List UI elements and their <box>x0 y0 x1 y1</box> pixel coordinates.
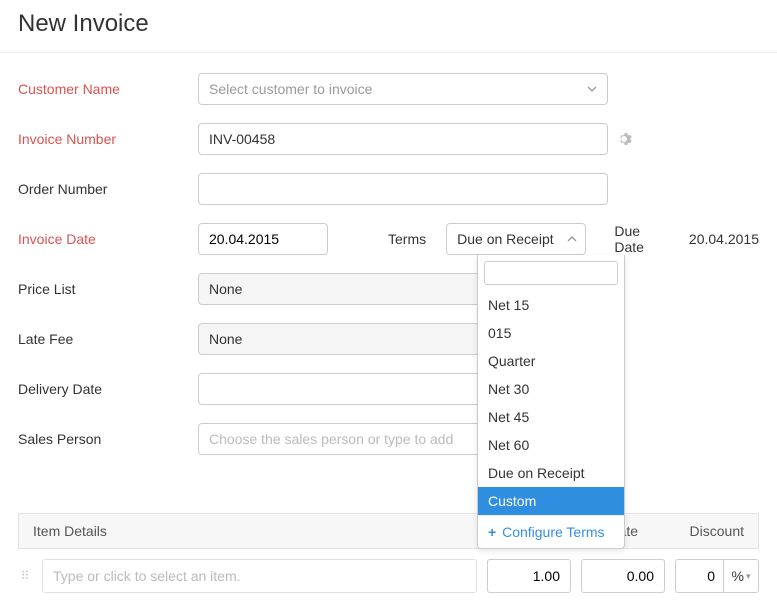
order-number-label: Order Number <box>18 181 198 197</box>
terms-option[interactable]: Net 60 <box>478 431 624 459</box>
terms-option[interactable]: 015 <box>478 319 624 347</box>
page-title: New Invoice <box>0 0 777 53</box>
late-fee-label: Late Fee <box>18 331 198 347</box>
customer-select-placeholder: Select customer to invoice <box>209 81 372 97</box>
terms-search-input[interactable] <box>484 261 618 285</box>
chevron-up-icon <box>567 236 577 242</box>
table-row: ⠿ % ▾ <box>18 549 759 607</box>
terms-dropdown: Net 15015QuarterNet 30Net 45Net 60Due on… <box>477 255 625 549</box>
terms-option[interactable]: Custom <box>478 487 624 515</box>
chevron-down-icon: ▾ <box>746 571 751 582</box>
customer-select[interactable]: Select customer to invoice <box>198 73 608 105</box>
terms-option[interactable]: Quarter <box>478 347 624 375</box>
terms-option[interactable]: Due on Receipt <box>478 459 624 487</box>
column-header-discount: Discount <box>652 523 758 539</box>
terms-option[interactable]: Net 15 <box>478 291 624 319</box>
terms-label: Terms <box>388 231 426 247</box>
column-header-item: Item Details <box>19 523 532 539</box>
chevron-down-icon <box>587 86 597 92</box>
gear-icon[interactable] <box>616 131 632 147</box>
terms-selected-value: Due on Receipt <box>457 231 554 247</box>
due-date-value: 20.04.2015 <box>689 231 759 247</box>
terms-option[interactable]: Net 30 <box>478 375 624 403</box>
plus-icon: + <box>488 524 496 540</box>
price-list-label: Price List <box>18 281 198 297</box>
invoice-date-label: Invoice Date <box>18 231 198 247</box>
terms-select[interactable]: Due on Receipt <box>446 223 586 255</box>
quantity-input[interactable] <box>487 559 571 593</box>
terms-option[interactable]: Net 45 <box>478 403 624 431</box>
late-fee-value: None <box>209 331 242 347</box>
sales-person-label: Sales Person <box>18 431 198 447</box>
delivery-date-label: Delivery Date <box>18 381 198 397</box>
invoice-form: Customer Name Select customer to invoice… <box>0 53 777 455</box>
configure-terms-link[interactable]: + Configure Terms <box>478 515 624 548</box>
drag-handle-icon[interactable]: ⠿ <box>18 571 32 581</box>
invoice-number-input[interactable] <box>198 123 608 155</box>
item-input[interactable] <box>42 559 477 593</box>
invoice-date-input[interactable] <box>198 223 328 255</box>
configure-terms-label: Configure Terms <box>502 524 604 540</box>
discount-unit-select[interactable]: % ▾ <box>723 559 759 593</box>
customer-name-label: Customer Name <box>18 81 198 97</box>
discount-unit-value: % <box>732 568 744 584</box>
line-items-table: Item Details Rate Discount ⠿ % ▾ <box>0 513 777 607</box>
invoice-number-label: Invoice Number <box>18 131 198 147</box>
due-date-label: Due Date <box>614 223 671 255</box>
order-number-input[interactable] <box>198 173 608 205</box>
price-list-value: None <box>209 281 242 297</box>
discount-input[interactable] <box>675 559 723 593</box>
rate-input[interactable] <box>581 559 665 593</box>
